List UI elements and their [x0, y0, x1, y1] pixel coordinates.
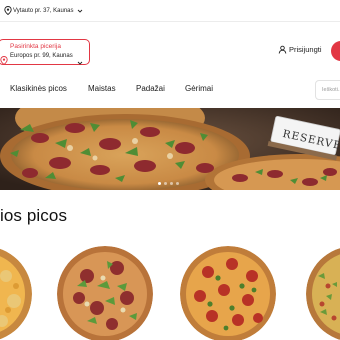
chevron-down-icon[interactable] [77, 53, 83, 65]
login-button[interactable]: Prisijungti [278, 45, 322, 54]
location-pin-icon [0, 52, 8, 66]
promo-banner[interactable]: RESERVED [0, 108, 340, 190]
carousel-dot[interactable] [170, 182, 173, 185]
header: Pasirinkta picerija Europos pr. 99, Kaun… [0, 22, 340, 70]
tab-gerimai[interactable]: Gėrimai [185, 84, 213, 93]
location-pin-icon [3, 6, 12, 15]
user-icon [278, 45, 287, 54]
pizza-card-image[interactable] [180, 246, 276, 340]
tab-klasikines-picos[interactable]: Klasikinės picos [10, 84, 67, 93]
delivery-address-bar[interactable]: Vytauto pr. 37, Kaunas [0, 0, 340, 22]
pizza-image [180, 246, 276, 340]
search-input[interactable]: Ieškoti... [315, 80, 340, 100]
carousel-dot[interactable] [176, 182, 179, 185]
delivery-address: Vytauto pr. 37, Kaunas [13, 7, 74, 14]
pizza-card-image[interactable] [0, 246, 32, 340]
store-picker-label: Pasirinkta picerija [10, 43, 61, 50]
chevron-down-icon[interactable] [77, 8, 83, 14]
pizza-card-image[interactable] [306, 246, 340, 340]
section-title: ios picos [0, 206, 68, 225]
carousel-dots [158, 182, 179, 185]
banner-image [0, 108, 340, 190]
carousel-dot[interactable] [164, 182, 167, 185]
pizza-card-image[interactable] [57, 246, 153, 340]
page: Vytauto pr. 37, Kaunas Pasirinkta piceri… [0, 0, 340, 340]
carousel-dot[interactable] [158, 182, 161, 185]
pizza-image [306, 248, 340, 340]
tab-maistas[interactable]: Maistas [88, 84, 116, 93]
cart-button[interactable] [331, 41, 340, 61]
login-label: Prisijungti [289, 45, 322, 54]
tab-padazai[interactable]: Padažai [136, 84, 165, 93]
category-nav: Klasikinės picos Maistas Padažai Gėrimai [0, 78, 340, 102]
store-picker[interactable]: Pasirinkta picerija Europos pr. 99, Kaun… [0, 39, 90, 66]
pizza-image [0, 248, 32, 340]
store-picker-value: Europos pr. 99, Kaunas [10, 53, 73, 59]
pizza-image [57, 246, 153, 340]
